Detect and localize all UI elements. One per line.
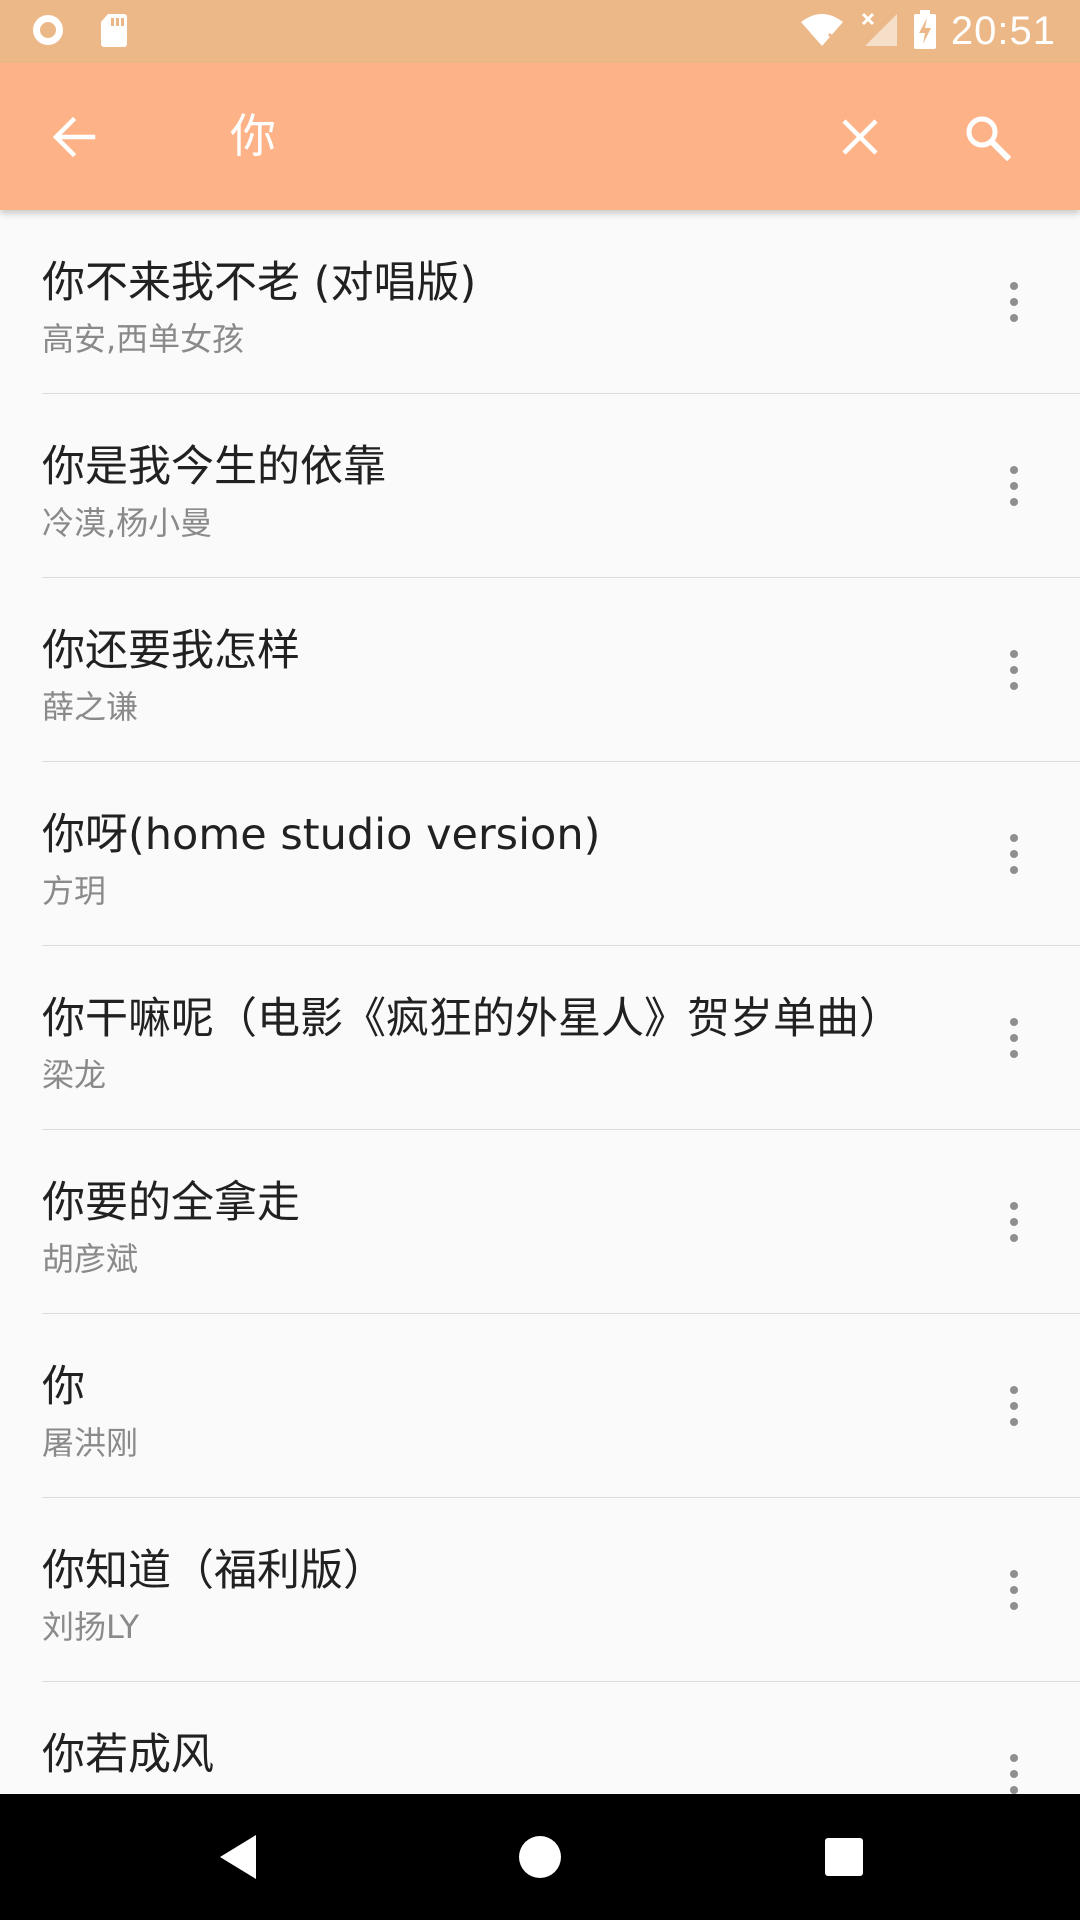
arrow-back-icon[interactable] <box>44 107 104 167</box>
song-artist: 梁龙 <box>42 1056 107 1094</box>
song-row[interactable]: 你干嘛呢（电影《疯狂的外星人》贺岁单曲） 梁龙 <box>0 946 1080 1130</box>
search-icon[interactable] <box>955 103 1019 171</box>
more-options-icon[interactable] <box>990 1192 1038 1252</box>
song-row[interactable]: 你还要我怎样 薛之谦 <box>0 578 1080 762</box>
song-title: 你 <box>42 1362 85 1412</box>
song-title: 你知道（福利版） <box>42 1546 386 1596</box>
song-title: 你是我今生的依靠 <box>42 442 386 492</box>
search-toolbar: 你 <box>0 63 1080 210</box>
more-options-icon[interactable] <box>990 824 1038 884</box>
more-options-icon[interactable] <box>990 1376 1038 1436</box>
song-row[interactable]: 你知道（福利版） 刘扬LY <box>0 1498 1080 1682</box>
song-title: 你还要我怎样 <box>42 626 300 676</box>
song-row[interactable]: 你若成风 <box>0 1682 1080 1794</box>
song-artist: 薛之谦 <box>42 688 139 726</box>
close-icon[interactable] <box>830 103 890 171</box>
navigation-bar <box>0 1794 1080 1920</box>
song-artist: 胡彦斌 <box>42 1240 139 1278</box>
recents-square-icon[interactable] <box>814 1827 874 1887</box>
more-options-icon[interactable] <box>990 272 1038 332</box>
home-circle-icon[interactable] <box>510 1827 570 1887</box>
search-results-list[interactable]: 你不来我不老 (对唱版) 高安,西单女孩 你是我今生的依靠 冷漠,杨小曼 你还要… <box>0 210 1080 1794</box>
back-triangle-icon[interactable] <box>208 1827 268 1887</box>
song-title: 你要的全拿走 <box>42 1178 300 1228</box>
song-artist: 冷漠,杨小曼 <box>42 504 213 542</box>
song-row[interactable]: 你呀(home studio version) 方玥 <box>0 762 1080 946</box>
song-artist: 高安,西单女孩 <box>42 320 245 358</box>
battery-charging-icon <box>913 9 937 54</box>
song-artist: 屠洪刚 <box>42 1424 139 1462</box>
record-icon <box>30 12 66 52</box>
more-options-icon[interactable] <box>990 640 1038 700</box>
status-bar: 20:51 <box>0 0 1080 63</box>
song-title: 你若成风 <box>42 1730 214 1780</box>
more-options-icon[interactable] <box>990 1008 1038 1068</box>
song-row[interactable]: 你要的全拿走 胡彦斌 <box>0 1130 1080 1314</box>
song-row[interactable]: 你不来我不老 (对唱版) 高安,西单女孩 <box>0 210 1080 394</box>
more-options-icon[interactable] <box>990 456 1038 516</box>
song-artist: 方玥 <box>42 872 107 910</box>
more-options-icon[interactable] <box>990 1744 1038 1794</box>
status-time: 20:51 <box>950 9 1056 53</box>
sd-card-icon <box>100 12 128 52</box>
song-title: 你不来我不老 (对唱版) <box>42 258 477 308</box>
song-title: 你干嘛呢（电影《疯狂的外星人》贺岁单曲） <box>42 994 902 1044</box>
wifi-off-icon <box>799 12 845 52</box>
song-artist: 刘扬LY <box>42 1608 140 1646</box>
more-options-icon[interactable] <box>990 1560 1038 1620</box>
song-row[interactable]: 你是我今生的依靠 冷漠,杨小曼 <box>0 394 1080 578</box>
search-query-input[interactable]: 你 <box>230 101 276 171</box>
song-row[interactable]: 你 屠洪刚 <box>0 1314 1080 1498</box>
signal-off-icon <box>859 12 899 52</box>
song-title: 你呀(home studio version) <box>42 810 601 860</box>
